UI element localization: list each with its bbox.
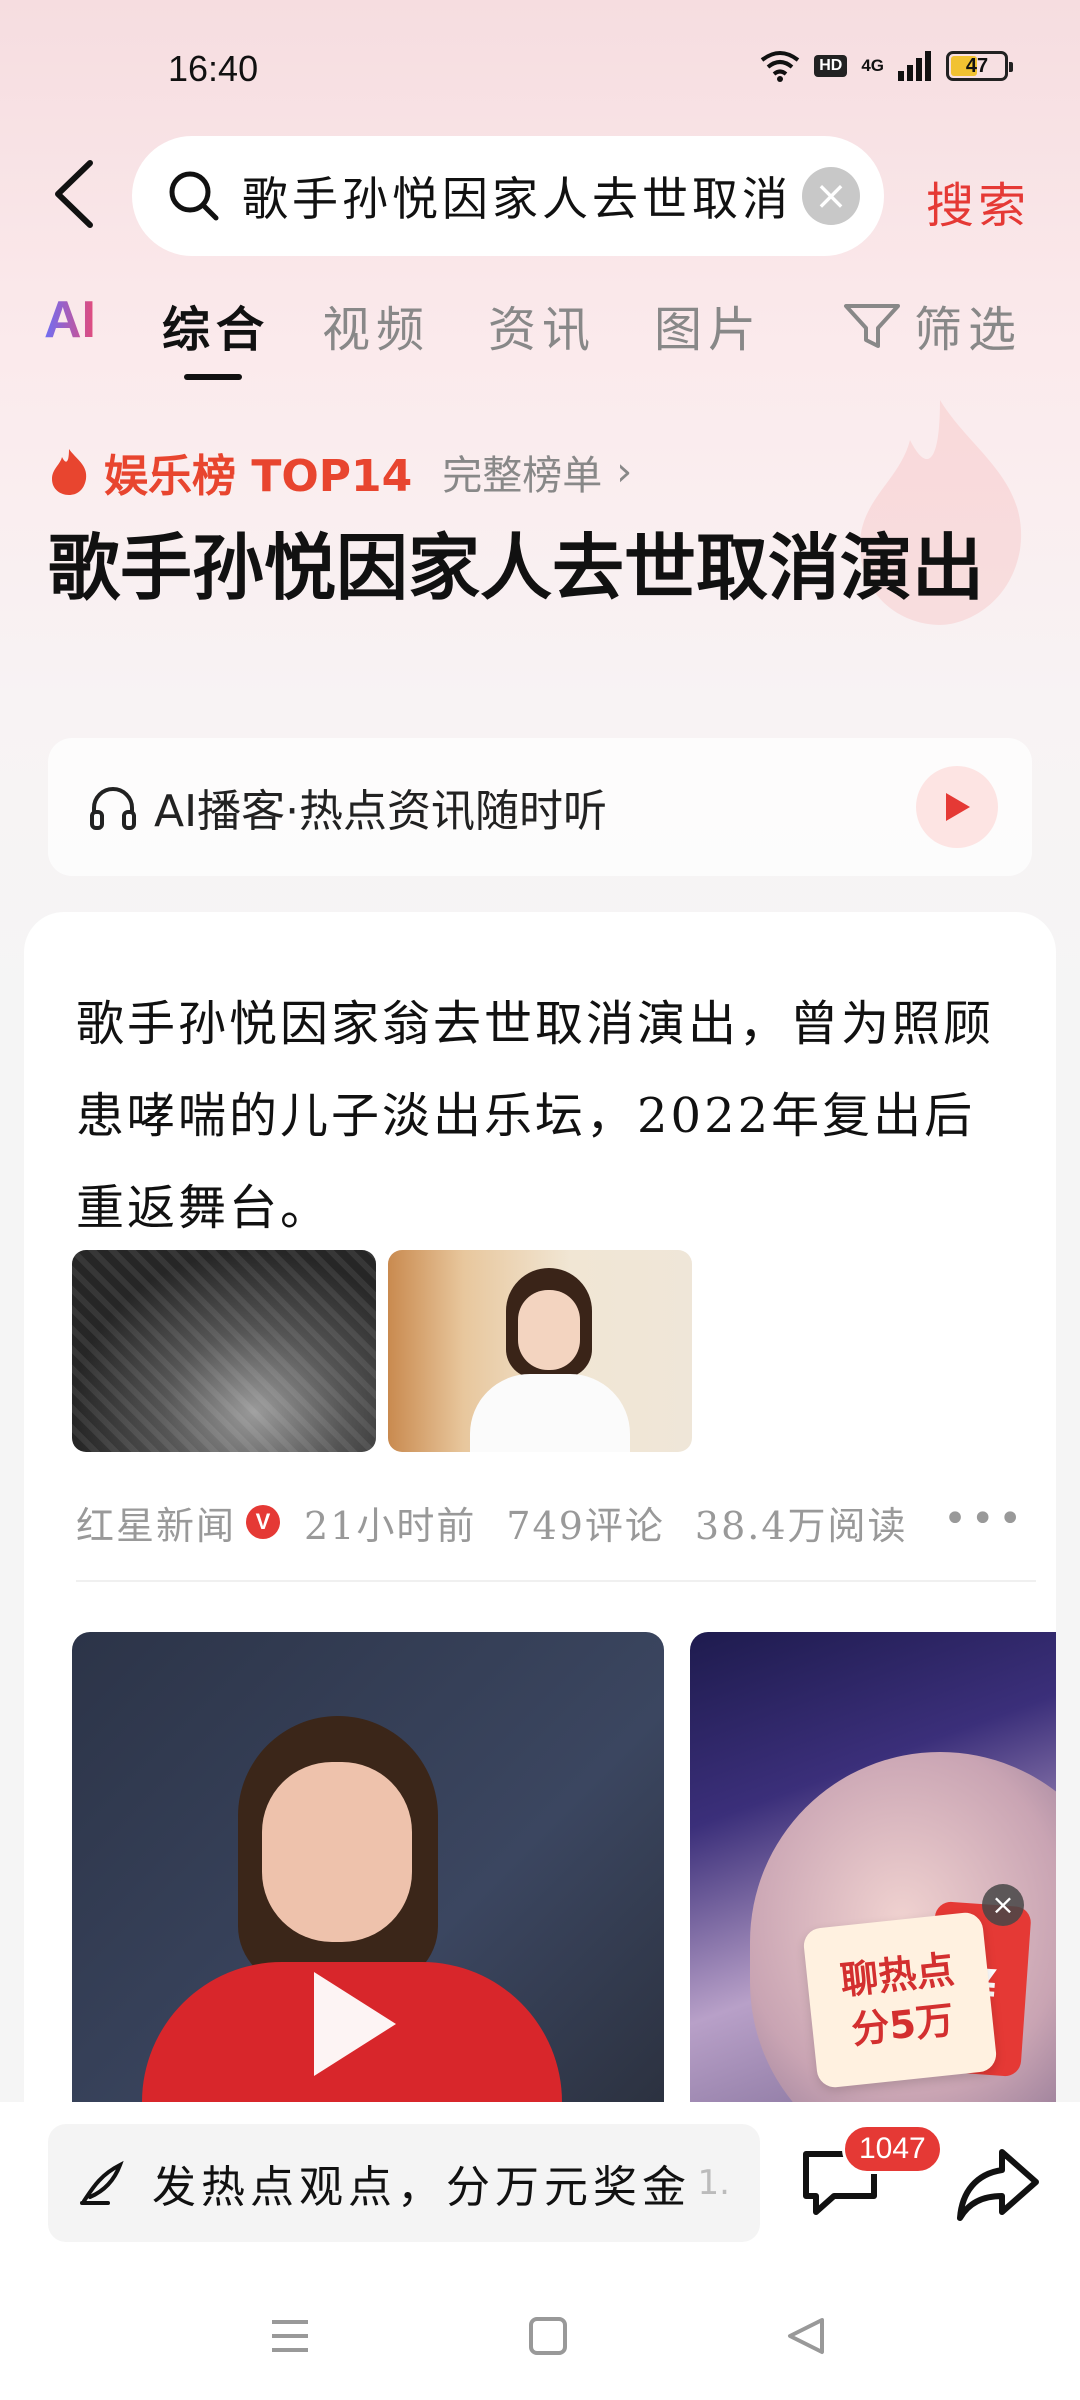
tab-video[interactable]: 视频 [322, 290, 430, 360]
promo-text: 聊热点 分5万 [838, 1944, 962, 2055]
close-icon: × [814, 173, 848, 219]
hot-topic-promo[interactable]: ¥ 聊热点 分5万 × [802, 1884, 1032, 2089]
clear-search-button[interactable]: × [802, 167, 860, 225]
comment-count-badge: 1047 [842, 2124, 943, 2174]
more-options-icon[interactable]: ••• [943, 1496, 1026, 1542]
video-thumbnail-1[interactable] [72, 1632, 664, 2152]
video-figure-face [262, 1762, 412, 1942]
podcast-play-button[interactable] [916, 766, 998, 848]
rank-label: 娱乐榜 TOP14 [104, 451, 413, 502]
status-bar: 16:40 HD 4G 47 [0, 40, 1080, 104]
status-icons: HD 4G 47 [760, 50, 1013, 82]
home-square-icon [529, 2317, 567, 2355]
back-button[interactable] [44, 154, 104, 234]
portrait-face [518, 1290, 580, 1370]
active-tab-indicator [184, 374, 242, 380]
wifi-icon [760, 51, 800, 82]
tab-comprehensive[interactable]: 综合 [162, 290, 270, 360]
hd-badge: HD [814, 55, 848, 77]
news-meta: 红星新闻 V 21小时前 749评论 38.4万阅读 ••• [76, 1492, 1036, 1552]
filter-icon [844, 304, 900, 348]
system-nav-bar [0, 2270, 1080, 2400]
menu-icon [272, 2320, 308, 2352]
promo-close-button[interactable]: × [982, 1884, 1024, 1926]
menu-nav-button[interactable] [260, 2306, 320, 2366]
filter-label: 筛选 [914, 302, 1023, 358]
network-type: 4G [861, 56, 884, 75]
comment-placeholder: 发热点观点，分万元奖金 [152, 2162, 691, 2213]
close-icon: × [991, 1888, 1015, 1921]
home-nav-button[interactable] [518, 2306, 578, 2366]
promo-line-2: 分5万 [849, 1997, 956, 2053]
search-button[interactable]: 搜索 [926, 166, 1030, 236]
hot-rank-row[interactable]: 娱乐榜 TOP14 完整榜单 › [48, 440, 632, 504]
news-comments: 749评论 [506, 1503, 665, 1548]
back-triangle-icon [788, 2318, 824, 2354]
play-icon [946, 793, 970, 821]
battery-level: 47 [965, 54, 989, 77]
video-play-icon[interactable] [314, 1972, 396, 2076]
battery-icon: 47 [946, 51, 1013, 81]
news-source[interactable]: 红星新闻 [76, 1495, 236, 1550]
comment-overflow: 1. [697, 2163, 730, 2203]
promo-card[interactable]: 聊热点 分5万 [802, 1911, 998, 2089]
signal-icon [898, 51, 931, 81]
comment-input[interactable]: 发热点观点，分万元奖金 1. [48, 2124, 760, 2242]
tab-news[interactable]: 资讯 [488, 290, 596, 360]
back-arrow-icon [55, 160, 93, 228]
portrait-body [470, 1374, 630, 1452]
verified-badge-icon: V [246, 1505, 281, 1539]
search-box[interactable]: 歌手孙悦因家人去世取消演出 × [132, 136, 884, 256]
news-time: 21小时前 [304, 1503, 477, 1548]
fire-icon [52, 449, 87, 495]
news-thumbnail-2[interactable] [388, 1250, 692, 1452]
headphones-icon [90, 787, 136, 830]
chevron-right-icon: › [616, 449, 633, 495]
share-icon[interactable] [956, 2144, 1040, 2224]
back-nav-button[interactable] [776, 2306, 836, 2366]
tab-ai[interactable]: AI [44, 290, 96, 350]
podcast-label: AI播客·热点资讯随时听 [154, 786, 608, 837]
card-divider [76, 1580, 1036, 1582]
news-reads: 38.4万阅读 [694, 1503, 908, 1548]
full-list-link[interactable]: 完整榜单 [442, 443, 602, 501]
hot-topic-title[interactable]: 歌手孙悦因家人去世取消演出 [48, 520, 1008, 616]
search-icon [169, 171, 219, 221]
filter-button[interactable]: 筛选 [842, 290, 1022, 360]
pen-icon [80, 2160, 124, 2205]
news-summary[interactable]: 歌手孙悦因家翁去世取消演出，曾为照顾患哮喘的儿子淡出乐坛，2022年复出后重返舞… [76, 978, 996, 1254]
tab-images[interactable]: 图片 [654, 290, 762, 360]
result-tabs: AI 综合 视频 资讯 图片 筛选 [0, 290, 1080, 390]
status-time: 16:40 [168, 48, 259, 89]
news-thumbnail-1[interactable] [72, 1250, 376, 1452]
ai-podcast-bar[interactable]: AI播客·热点资讯随时听 [48, 738, 1032, 876]
search-input[interactable]: 歌手孙悦因家人去世取消演出 [242, 163, 786, 229]
